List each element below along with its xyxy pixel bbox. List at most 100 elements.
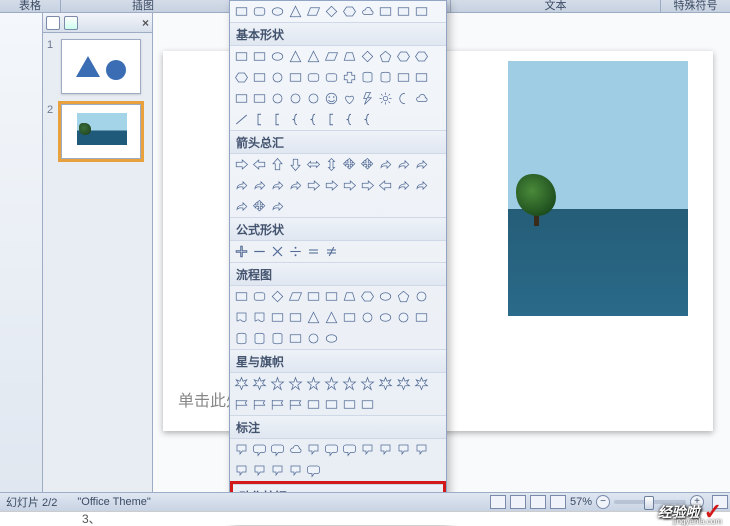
shape-bracket-icon[interactable] <box>323 111 340 128</box>
shape-rbubble-icon[interactable] <box>251 441 268 458</box>
shape-rect-icon[interactable] <box>251 90 268 107</box>
shape-star-icon[interactable] <box>341 375 358 392</box>
shape-circ-icon[interactable] <box>269 90 286 107</box>
shape-rect-icon[interactable] <box>323 288 340 305</box>
shape-circ-icon[interactable] <box>269 69 286 86</box>
shape-hex-icon[interactable] <box>359 288 376 305</box>
shape-cloud-icon[interactable] <box>413 90 430 107</box>
shape-para-icon[interactable] <box>305 3 322 20</box>
shape-hex-icon[interactable] <box>233 69 250 86</box>
shape-db-icon[interactable] <box>233 330 250 347</box>
shape-bubble-icon[interactable] <box>359 441 376 458</box>
shape-curv-icon[interactable] <box>269 198 286 215</box>
shape-cloud-icon[interactable] <box>287 441 304 458</box>
shape-ell-icon[interactable] <box>323 330 340 347</box>
shape-rect-icon[interactable] <box>287 309 304 326</box>
shape-flag-icon[interactable] <box>251 396 268 413</box>
shape-bubble-icon[interactable] <box>233 462 250 479</box>
shape-rrect-icon[interactable] <box>251 3 268 20</box>
shape-rbubble-icon[interactable] <box>341 441 358 458</box>
reading-view-button[interactable] <box>530 495 546 509</box>
shape-ell-icon[interactable] <box>269 48 286 65</box>
shape-bolt-icon[interactable] <box>359 90 376 107</box>
slides-view-icon[interactable] <box>46 16 60 30</box>
shapes-gallery-scroll[interactable]: 基本形状箭头总汇公式形状流程图星与旗帜标注动作按钮i?? <box>230 1 446 524</box>
shape-rect-icon[interactable] <box>395 3 412 20</box>
shape-pent-icon[interactable] <box>377 48 394 65</box>
ribbon-tab-symbols[interactable]: 特殊符号 <box>660 0 730 13</box>
normal-view-button[interactable] <box>490 495 506 509</box>
slide-image[interactable] <box>508 61 688 316</box>
shape-div-icon[interactable] <box>287 243 304 260</box>
shape-hex-icon[interactable] <box>413 48 430 65</box>
shape-star-icon[interactable] <box>323 375 340 392</box>
ribbon-tab-illustrations[interactable]: 插图 <box>60 0 225 13</box>
shape-ell-icon[interactable] <box>269 3 286 20</box>
slide-thumb-box[interactable] <box>61 104 141 159</box>
shape-rect-icon[interactable] <box>233 288 250 305</box>
shape-cross-icon[interactable] <box>341 69 358 86</box>
shape-curv-icon[interactable] <box>251 177 268 194</box>
shape-smile-icon[interactable] <box>323 90 340 107</box>
slide-thumb-1[interactable]: 1 <box>47 39 148 94</box>
shape-rect-icon[interactable] <box>413 309 430 326</box>
shape-rrect-icon[interactable] <box>323 69 340 86</box>
shape-line-icon[interactable] <box>233 111 250 128</box>
shape-rect-icon[interactable] <box>287 330 304 347</box>
shape-dia-icon[interactable] <box>269 288 286 305</box>
shape-burst-icon[interactable] <box>413 375 430 392</box>
shape-burst-icon[interactable] <box>251 375 268 392</box>
shape-neq-icon[interactable] <box>323 243 340 260</box>
shape-circ-icon[interactable] <box>413 288 430 305</box>
shape-curv-icon[interactable] <box>413 156 430 173</box>
shape-bubble-icon[interactable] <box>269 462 286 479</box>
shape-circ-icon[interactable] <box>305 330 322 347</box>
slide-thumb-2[interactable]: 2 <box>47 104 148 159</box>
shape-tri-icon[interactable] <box>305 309 322 326</box>
shape-ell-icon[interactable] <box>377 309 394 326</box>
shape-bubble-icon[interactable] <box>377 441 394 458</box>
shape-bubble-icon[interactable] <box>233 441 250 458</box>
shape-hex-icon[interactable] <box>341 3 358 20</box>
shape-mult-icon[interactable] <box>269 243 286 260</box>
shape-brace-icon[interactable] <box>341 111 358 128</box>
shape-bubble-icon[interactable] <box>413 441 430 458</box>
shape-rect-icon[interactable] <box>251 48 268 65</box>
shape-flag-icon[interactable] <box>287 396 304 413</box>
shape-ell-icon[interactable] <box>377 288 394 305</box>
shape-rect-icon[interactable] <box>413 69 430 86</box>
shape-arrR-icon[interactable] <box>341 177 358 194</box>
shape-star-icon[interactable] <box>305 375 322 392</box>
shape-arrR-icon[interactable] <box>233 156 250 173</box>
shape-doc-icon[interactable] <box>233 309 250 326</box>
shape-curv-icon[interactable] <box>413 177 430 194</box>
shape-rect-icon[interactable] <box>323 396 340 413</box>
shape-bubble-icon[interactable] <box>251 462 268 479</box>
shape-cloud-icon[interactable] <box>359 3 376 20</box>
shape-burst-icon[interactable] <box>395 375 412 392</box>
shape-curv-icon[interactable] <box>233 177 250 194</box>
shape-curv-icon[interactable] <box>377 156 394 173</box>
shape-heart-icon[interactable] <box>341 90 358 107</box>
shape-cyl-icon[interactable] <box>377 69 394 86</box>
shape-trap-icon[interactable] <box>341 48 358 65</box>
shape-rrect-icon[interactable] <box>305 69 322 86</box>
shape-db-icon[interactable] <box>251 330 268 347</box>
shape-rect-icon[interactable] <box>305 288 322 305</box>
shape-rect-icon[interactable] <box>341 396 358 413</box>
shape-trap-icon[interactable] <box>341 288 358 305</box>
slide-thumb-box[interactable] <box>61 39 141 94</box>
shape-db-icon[interactable] <box>269 330 286 347</box>
shape-brace-icon[interactable] <box>305 111 322 128</box>
shape-arrR-icon[interactable] <box>305 177 322 194</box>
shape-rect-icon[interactable] <box>359 396 376 413</box>
shape-dia-icon[interactable] <box>359 48 376 65</box>
ribbon-tab-table[interactable]: 表格 <box>0 0 60 13</box>
shape-doc-icon[interactable] <box>251 309 268 326</box>
shape-arr4-icon[interactable] <box>341 156 358 173</box>
shape-arrR-icon[interactable] <box>359 177 376 194</box>
shape-bracket-icon[interactable] <box>269 111 286 128</box>
shape-rect-icon[interactable] <box>413 3 430 20</box>
shape-brace-icon[interactable] <box>287 111 304 128</box>
zoom-percent[interactable]: 57% <box>570 496 592 508</box>
